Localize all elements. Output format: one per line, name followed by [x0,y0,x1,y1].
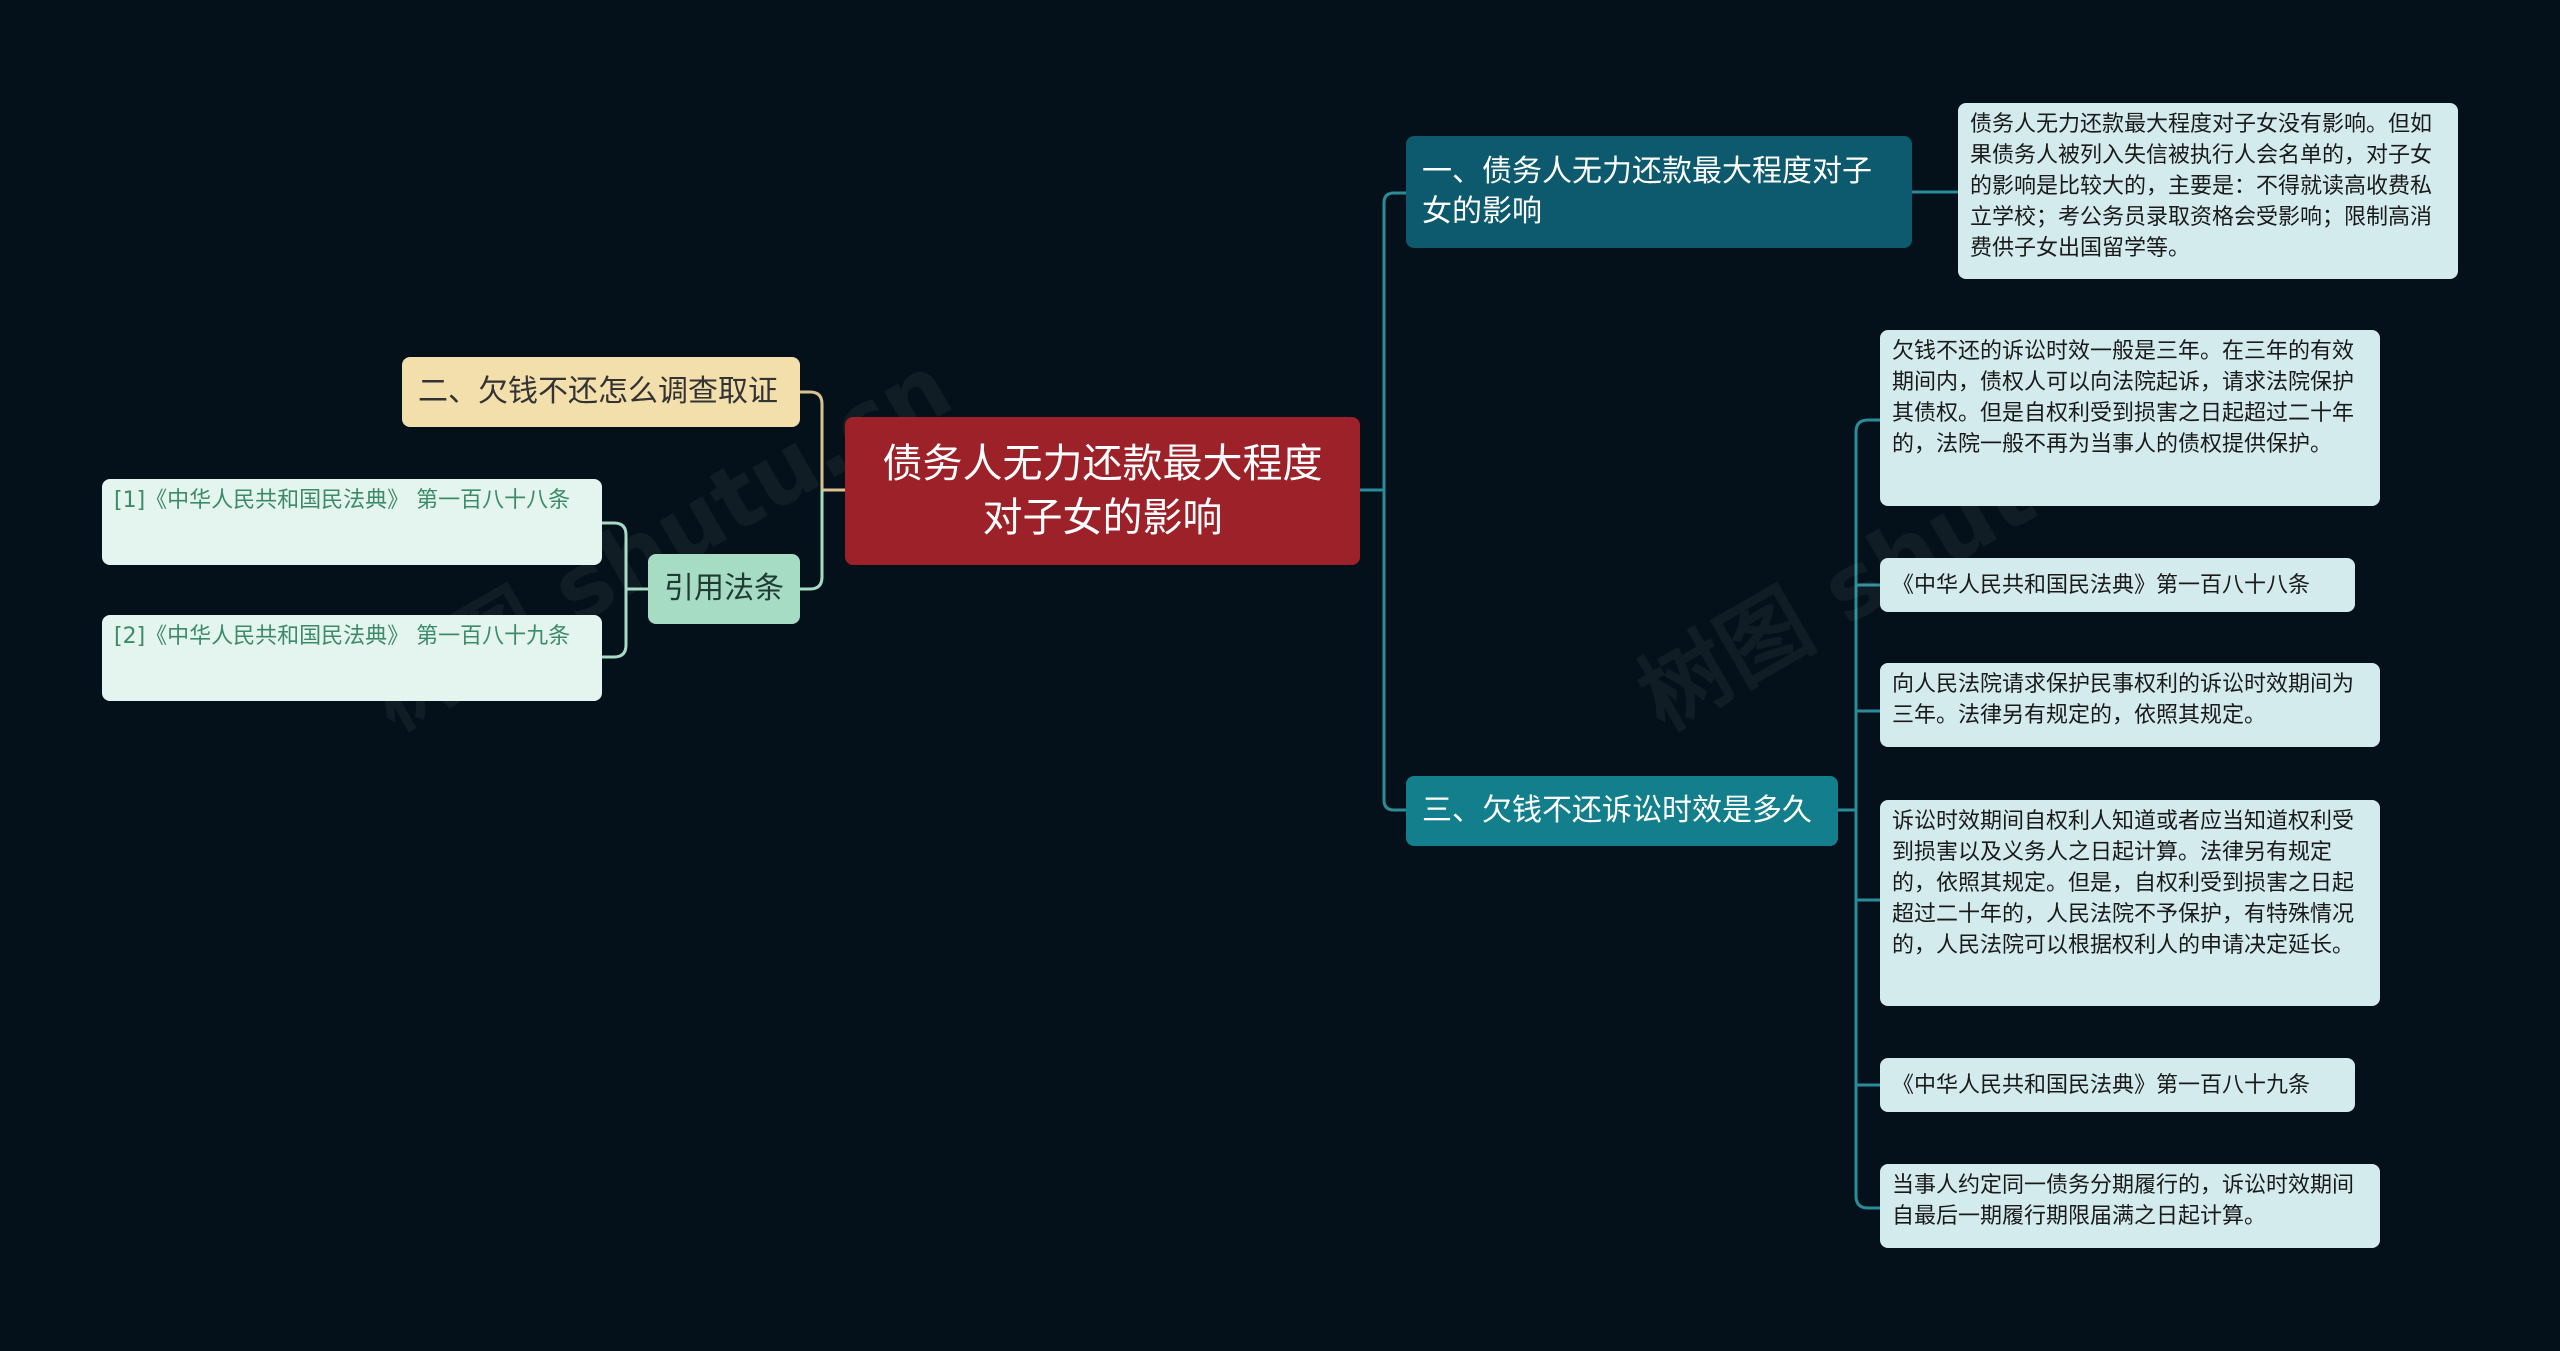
branch-2-node[interactable]: 二、欠钱不还怎么调查取证 [402,357,800,427]
branch-3-detail-5-text: 《中华人民共和国民法典》第一百八十九条 [1892,1072,2311,1098]
branch-2-label: 二、欠钱不还怎么调查取证 [418,374,778,409]
refs-node[interactable]: 引用法条 [648,554,800,624]
refs-label: 引用法条 [664,571,784,606]
branch-1-label: 一、债务人无力还款最大程度对子女的影响 [1422,154,1872,229]
connector-right-trunk [1382,191,1406,490]
connector-left-refs [800,490,824,591]
branch-3-detail-1[interactable]: 欠钱不还的诉讼时效一般是三年。在三年的有效期间内，债权人可以向法院起诉，请求法院… [1880,330,2380,506]
mindmap-canvas: 树图 shutu.cn 树图 shutu.cn 债务人无力还款最大程度对子女的影… [0,0,2560,1351]
root-label: 债务人无力还款最大程度对子女的影响 [882,441,1323,541]
connector-b3-leaves [1854,418,1880,810]
connector-left-b2 [800,390,824,490]
ref-item-2-text: [2]《中华人民共和国民法典》 第一百八十九条 [114,624,571,649]
ref-item-1[interactable]: [1]《中华人民共和国民法典》 第一百八十八条 [102,479,602,565]
branch-1-detail-text: 债务人无力还款最大程度对子女没有影响。但如果债务人被列入失信被执行人会名单的，对… [1970,112,2433,261]
branch-3-detail-6-text: 当事人约定同一债务分期履行的，诉讼时效期间自最后一期履行期限届满之日起计算。 [1892,1173,2355,1229]
branch-3-detail-2[interactable]: 《中华人民共和国民法典》第一百八十八条 [1880,558,2355,612]
branch-3-detail-3[interactable]: 向人民法院请求保护民事权利的诉讼时效期间为三年。法律另有规定的，依照其规定。 [1880,663,2380,747]
ref-item-2[interactable]: [2]《中华人民共和国民法典》 第一百八十九条 [102,615,602,701]
branch-3-node[interactable]: 三、欠钱不还诉讼时效是多久 [1406,776,1838,846]
branch-3-detail-4[interactable]: 诉讼时效期间自权利人知道或者应当知道权利受到损害以及义务人之日起计算。法律另有规… [1880,800,2380,1006]
branch-3-label: 三、欠钱不还诉讼时效是多久 [1422,793,1812,828]
connector-right-trunk-b3 [1382,490,1406,812]
branch-3-detail-4-text: 诉讼时效期间自权利人知道或者应当知道权利受到损害以及义务人之日起计算。法律另有规… [1892,809,2355,958]
branch-1-node[interactable]: 一、债务人无力还款最大程度对子女的影响 [1406,136,1912,248]
branch-3-detail-6[interactable]: 当事人约定同一债务分期履行的，诉讼时效期间自最后一期履行期限届满之日起计算。 [1880,1164,2380,1248]
branch-3-detail-2-text: 《中华人民共和国民法典》第一百八十八条 [1892,572,2311,598]
branch-3-detail-5[interactable]: 《中华人民共和国民法典》第一百八十九条 [1880,1058,2355,1112]
branch-3-detail-1-text: 欠钱不还的诉讼时效一般是三年。在三年的有效期间内，债权人可以向法院起诉，请求法院… [1892,339,2355,457]
branch-3-detail-3-text: 向人民法院请求保护民事权利的诉讼时效期间为三年。法律另有规定的，依照其规定。 [1892,672,2355,728]
root-node[interactable]: 债务人无力还款最大程度对子女的影响 [845,417,1360,565]
ref-item-1-text: [1]《中华人民共和国民法典》 第一百八十八条 [114,488,571,513]
branch-1-detail[interactable]: 债务人无力还款最大程度对子女没有影响。但如果债务人被列入失信被执行人会名单的，对… [1958,103,2458,279]
